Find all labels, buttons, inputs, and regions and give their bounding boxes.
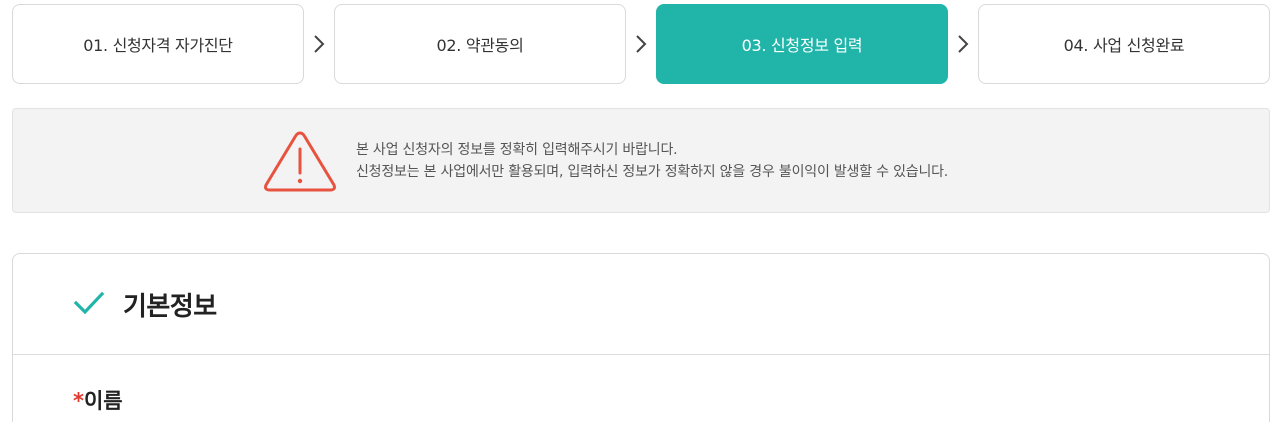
notice-message: 본 사업 신청자의 정보를 정확히 입력해주시기 바랍니다. 신청정보는 본 사… (356, 139, 948, 183)
step-label: 01. 신청자격 자가진단 (83, 36, 233, 55)
step-3-application-info[interactable]: 03. 신청정보 입력 (656, 4, 948, 84)
name-label-text: 이름 (83, 389, 123, 413)
section-title: 기본정보 (123, 292, 217, 322)
chevron-right-icon (626, 4, 656, 84)
name-field-label: *이름 (73, 385, 123, 415)
progress-stepper: 01. 신청자격 자가진단 02. 약관동의 03. 신청정보 입력 04. 사… (12, 4, 1270, 84)
step-label: 03. 신청정보 입력 (741, 36, 863, 55)
chevron-right-icon (304, 4, 334, 84)
step-2-terms-agreement[interactable]: 02. 약관동의 (334, 4, 626, 84)
warning-triangle-icon (262, 129, 338, 193)
step-label: 02. 약관동의 (436, 36, 524, 55)
section-header: 기본정보 (13, 254, 1269, 355)
step-4-application-complete[interactable]: 04. 사업 신청완료 (978, 4, 1270, 84)
notice-line-1: 본 사업 신청자의 정보를 정확히 입력해주시기 바랍니다. (356, 142, 678, 158)
step-label: 04. 사업 신청완료 (1063, 36, 1185, 55)
notice-box: 본 사업 신청자의 정보를 정확히 입력해주시기 바랍니다. 신청정보는 본 사… (12, 108, 1270, 213)
step-1-self-diagnosis[interactable]: 01. 신청자격 자가진단 (12, 4, 304, 84)
basic-info-card: 기본정보 *이름 (12, 253, 1270, 422)
check-icon (73, 290, 105, 316)
application-page: 01. 신청자격 자가진단 02. 약관동의 03. 신청정보 입력 04. 사… (0, 0, 1278, 422)
chevron-right-icon (948, 4, 978, 84)
notice-line-2: 신청정보는 본 사업에서만 활용되며, 입력하신 정보가 정확하지 않을 경우 … (356, 164, 949, 180)
required-mark: * (73, 389, 84, 413)
